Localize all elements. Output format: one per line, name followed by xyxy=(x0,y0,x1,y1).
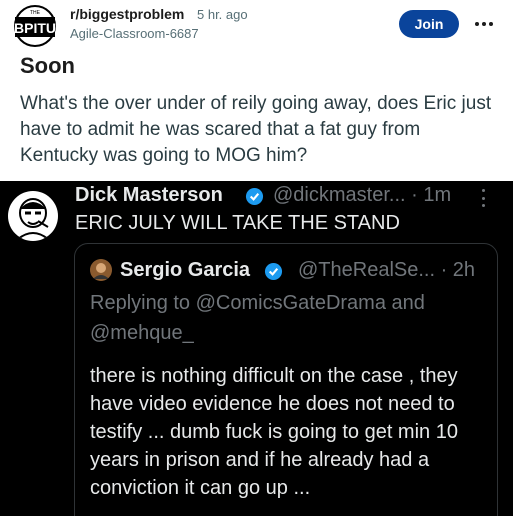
quoted-tweet: Sergio Garcia @TheRealSe... · 2h Replyin… xyxy=(74,243,498,516)
quoted-author-name: Sergio Garcia xyxy=(120,259,251,281)
quoted-author-avatar xyxy=(90,259,112,281)
more-options-icon[interactable] xyxy=(473,14,495,34)
join-button[interactable]: Join xyxy=(399,10,459,38)
quoted-handle-time: @TheRealSe... · 2h xyxy=(298,259,476,281)
verified-badge-icon xyxy=(264,262,283,281)
tweet-text: ERIC JULY WILL TAKE THE STAND xyxy=(75,212,400,234)
tweet-author-name: Dick Masterson xyxy=(75,184,223,206)
tweet-author-avatar xyxy=(8,191,58,241)
post-author[interactable]: Agile-Classroom-6687 xyxy=(70,26,199,41)
tweet-more-icon xyxy=(482,189,488,207)
svg-text:THE: THE xyxy=(30,10,41,16)
subreddit-name[interactable]: r/biggestproblem xyxy=(70,6,184,22)
embedded-tweet-image[interactable]: Dick Masterson @dickmaster... · 1m ERIC … xyxy=(0,181,513,516)
subreddit-avatar-text: BPITU xyxy=(14,20,56,36)
quoted-tweet-text: there is nothing difficult on the case ,… xyxy=(90,365,458,499)
post-header: BPITU THE r/biggestproblem 5 hr. ago Agi… xyxy=(0,0,513,50)
subreddit-avatar-icon[interactable]: BPITU THE xyxy=(13,5,58,47)
post-timestamp: 5 hr. ago xyxy=(197,7,248,22)
tweet-handle-time: @dickmaster... · 1m xyxy=(273,184,452,206)
post-body: What's the over under of reily going awa… xyxy=(20,93,492,166)
quoted-reply-line: Replying to @ComicsGateDrama and @mehque… xyxy=(90,292,425,344)
verified-badge-icon xyxy=(245,187,264,206)
post-title[interactable]: Soon xyxy=(20,53,75,79)
